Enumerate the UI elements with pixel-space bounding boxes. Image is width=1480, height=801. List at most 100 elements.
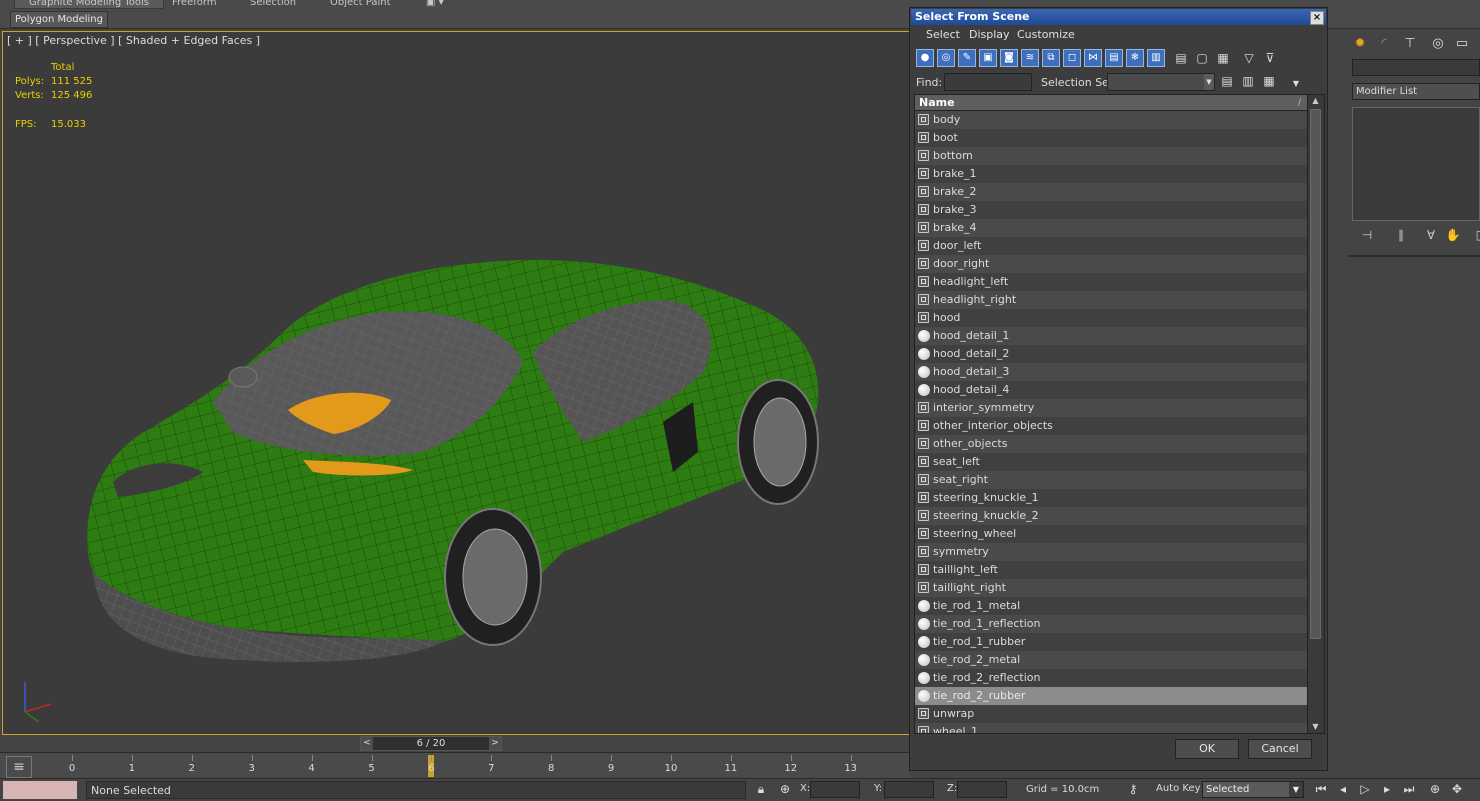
auto-key-button[interactable]: Auto Key bbox=[1156, 783, 1201, 794]
list-item[interactable]: symmetry bbox=[915, 543, 1307, 561]
cancel-button[interactable]: Cancel bbox=[1248, 739, 1312, 759]
list-item[interactable]: brake_1 bbox=[915, 165, 1307, 183]
modifier-list-dropdown[interactable]: Modifier List bbox=[1352, 83, 1480, 100]
remove-selection-set-icon[interactable]: ▥ bbox=[1239, 72, 1257, 90]
list-item[interactable]: hood bbox=[915, 309, 1307, 327]
list-item[interactable]: unwrap bbox=[915, 705, 1307, 723]
tab-freeform[interactable]: Freeform bbox=[158, 0, 231, 8]
list-item[interactable]: tie_rod_2_reflection bbox=[915, 669, 1307, 687]
go-to-start-icon[interactable]: ⏮ bbox=[1312, 781, 1330, 798]
create-selection-set-icon[interactable]: ▤ bbox=[1218, 72, 1236, 90]
curve-editor-icon[interactable]: ≡ bbox=[6, 756, 32, 778]
next-frame-button-icon[interactable]: ▸ bbox=[1378, 781, 1396, 798]
list-item[interactable]: taillight_right bbox=[915, 579, 1307, 597]
list-item[interactable]: hood_detail_4 bbox=[915, 381, 1307, 399]
list-item[interactable]: bottom bbox=[915, 147, 1307, 165]
list-item[interactable]: brake_4 bbox=[915, 219, 1307, 237]
toolbar-expand-icon[interactable]: ▼ bbox=[1287, 75, 1305, 93]
list-item[interactable]: tie_rod_2_rubber bbox=[915, 687, 1307, 705]
play-icon[interactable]: ▷ bbox=[1356, 781, 1374, 798]
menu-select[interactable]: Select bbox=[926, 28, 960, 41]
menu-customize[interactable]: Customize bbox=[1017, 28, 1075, 41]
absolute-mode-icon[interactable]: ⊕ bbox=[776, 781, 794, 798]
list-item[interactable]: boot bbox=[915, 129, 1307, 147]
maxscript-listener-swatch[interactable] bbox=[3, 781, 77, 799]
list-item[interactable]: other_interior_objects bbox=[915, 417, 1307, 435]
tab-object-paint[interactable]: Object Paint bbox=[316, 0, 405, 8]
list-item[interactable]: seat_right bbox=[915, 471, 1307, 489]
close-icon[interactable]: × bbox=[1310, 11, 1324, 25]
filter-icon[interactable]: ▽ bbox=[1240, 49, 1258, 67]
display-lights-icon[interactable]: ✎ bbox=[958, 49, 976, 67]
pin-stack-icon[interactable]: ⊣ bbox=[1357, 227, 1377, 243]
display-space-warps-icon[interactable]: ≋ bbox=[1021, 49, 1039, 67]
column-header-name[interactable]: Name / bbox=[915, 95, 1307, 111]
list-item[interactable]: hood_detail_2 bbox=[915, 345, 1307, 363]
go-to-end-icon[interactable]: ⏭ bbox=[1400, 781, 1418, 798]
menu-display[interactable]: Display bbox=[969, 28, 1010, 41]
list-item[interactable]: interior_symmetry bbox=[915, 399, 1307, 417]
configure-modifier-sets-icon[interactable]: ▯ bbox=[1469, 227, 1480, 243]
pan-icon[interactable]: ✥ bbox=[1448, 781, 1466, 798]
list-item[interactable]: tie_rod_1_metal bbox=[915, 597, 1307, 615]
display-geometry-icon[interactable]: ● bbox=[916, 49, 934, 67]
display-groups-icon[interactable]: ⧉ bbox=[1042, 49, 1060, 67]
display-invert-icon[interactable]: ▦ bbox=[1214, 49, 1232, 67]
list-item[interactable]: seat_left bbox=[915, 453, 1307, 471]
list-item[interactable]: steering_knuckle_2 bbox=[915, 507, 1307, 525]
object-name-field[interactable] bbox=[1352, 59, 1480, 76]
time-slider[interactable]: < 6 / 20 > bbox=[360, 736, 502, 751]
display-bones-icon[interactable]: ⋈ bbox=[1084, 49, 1102, 67]
lock-icon[interactable]: 🔒︎ bbox=[752, 781, 770, 798]
display-xrefs-icon[interactable]: ◻ bbox=[1063, 49, 1081, 67]
list-scrollbar[interactable]: ▲ ▼ bbox=[1307, 95, 1324, 733]
display-frozen-icon[interactable]: ❄ bbox=[1126, 49, 1144, 67]
scrollbar-thumb[interactable] bbox=[1310, 109, 1321, 639]
next-frame-icon[interactable]: > bbox=[489, 737, 501, 750]
add-to-selection-set-icon[interactable]: ▦ bbox=[1260, 72, 1278, 90]
list-item[interactable]: hood_detail_1 bbox=[915, 327, 1307, 345]
list-item[interactable]: tie_rod_2_metal bbox=[915, 651, 1307, 669]
list-item[interactable]: other_objects bbox=[915, 435, 1307, 453]
modify-tab-icon[interactable]: ◜ bbox=[1375, 35, 1393, 53]
key-filter-dropdown[interactable]: Selected ▼ bbox=[1202, 781, 1304, 798]
motion-tab-icon[interactable]: ◎ bbox=[1429, 35, 1447, 53]
list-item[interactable]: tie_rod_1_reflection bbox=[915, 615, 1307, 633]
list-item[interactable]: door_right bbox=[915, 255, 1307, 273]
display-helpers-icon[interactable]: ◙ bbox=[1000, 49, 1018, 67]
tab-graphite-modeling-tools[interactable]: Graphite Modeling Tools bbox=[14, 0, 165, 9]
ok-button[interactable]: OK bbox=[1175, 739, 1239, 759]
perspective-viewport[interactable]: [ + ] [ Perspective ] [ Shaded + Edged F… bbox=[2, 31, 910, 735]
zoom-extents-icon[interactable]: ⊕ bbox=[1426, 781, 1444, 798]
set-key-icon[interactable]: ⚷ bbox=[1124, 781, 1142, 798]
show-end-result-icon[interactable]: ∥ bbox=[1391, 227, 1411, 243]
scroll-up-icon[interactable]: ▲ bbox=[1308, 95, 1323, 107]
tab-selection[interactable]: Selection bbox=[236, 0, 310, 8]
find-input[interactable] bbox=[944, 73, 1032, 91]
display-hidden-icon[interactable]: ▥ bbox=[1147, 49, 1165, 67]
scroll-down-icon[interactable]: ▼ bbox=[1308, 721, 1323, 733]
list-item[interactable]: taillight_left bbox=[915, 561, 1307, 579]
prev-frame-icon[interactable]: < bbox=[361, 737, 373, 750]
list-item[interactable]: brake_2 bbox=[915, 183, 1307, 201]
x-coordinate-field[interactable] bbox=[810, 781, 860, 798]
ribbon-options-icon[interactable]: ▣ ▾ bbox=[412, 0, 458, 8]
list-item[interactable]: body bbox=[915, 111, 1307, 129]
list-item[interactable]: steering_knuckle_1 bbox=[915, 489, 1307, 507]
list-item[interactable]: brake_3 bbox=[915, 201, 1307, 219]
list-item[interactable]: headlight_left bbox=[915, 273, 1307, 291]
dialog-title[interactable]: Select From Scene × bbox=[911, 9, 1326, 25]
list-item[interactable]: tie_rod_1_rubber bbox=[915, 633, 1307, 651]
list-item[interactable]: hood_detail_3 bbox=[915, 363, 1307, 381]
list-item[interactable]: door_left bbox=[915, 237, 1307, 255]
y-coordinate-field[interactable] bbox=[884, 781, 934, 798]
polygon-modeling-tab[interactable]: Polygon Modeling bbox=[10, 11, 108, 28]
display-none-icon[interactable]: ▢ bbox=[1193, 49, 1211, 67]
display-all-icon[interactable]: ▤ bbox=[1172, 49, 1190, 67]
display-cameras-icon[interactable]: ▣ bbox=[979, 49, 997, 67]
selection-set-dropdown[interactable]: ▼ bbox=[1107, 73, 1215, 91]
list-item[interactable]: wheel_1 bbox=[915, 723, 1307, 733]
list-item[interactable]: steering_wheel bbox=[915, 525, 1307, 543]
modifier-stack[interactable] bbox=[1352, 107, 1480, 221]
remove-modifier-icon[interactable]: ✋ bbox=[1443, 227, 1463, 243]
